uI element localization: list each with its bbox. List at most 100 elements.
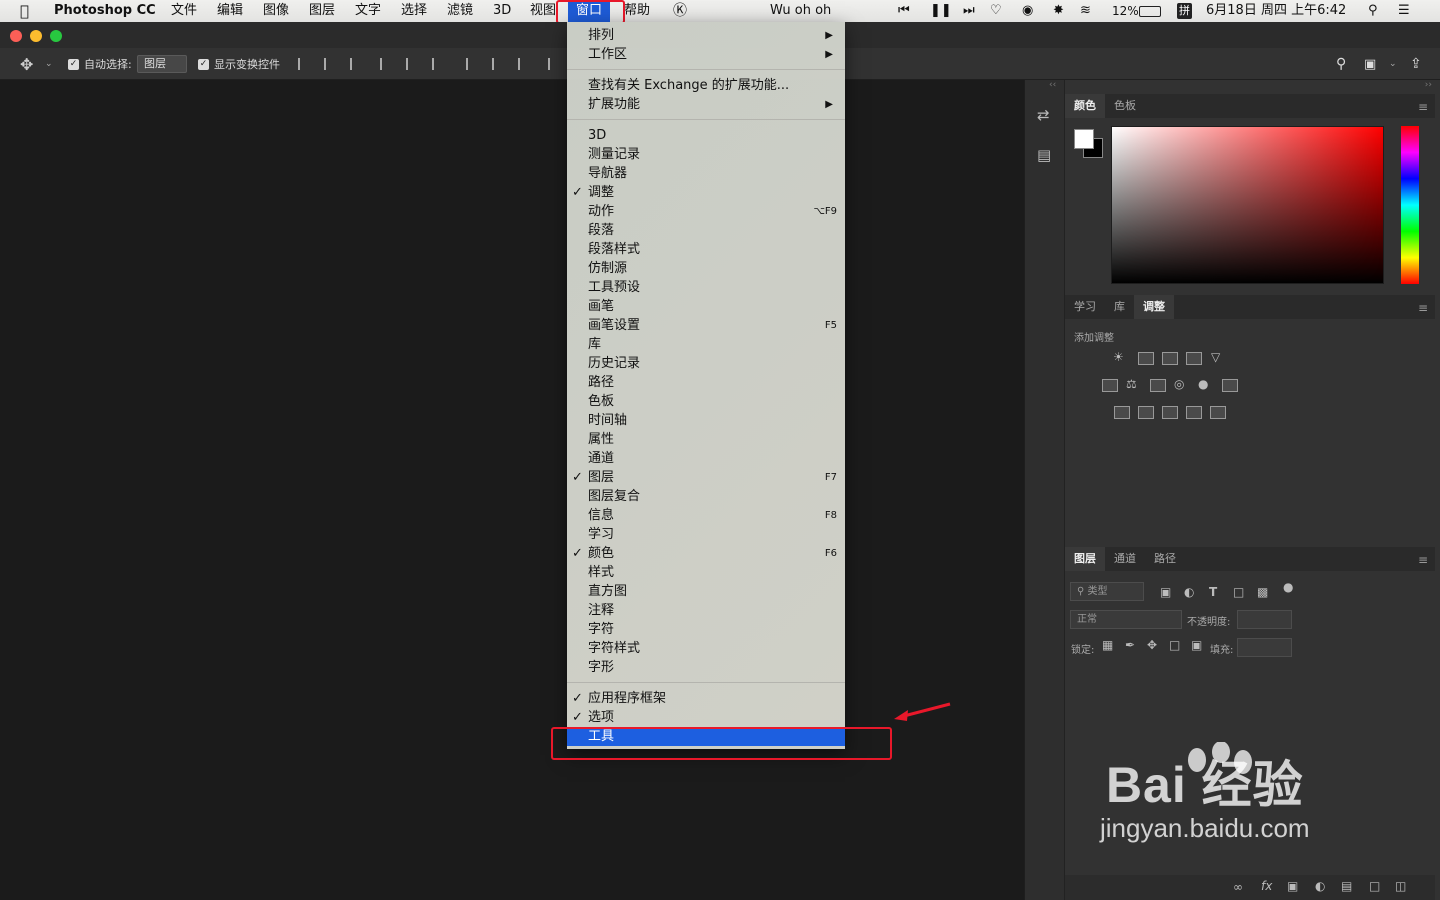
menu-item[interactable]: 历史记录 <box>567 354 845 373</box>
distribute-top-icon[interactable] <box>466 48 480 80</box>
wifi-icon[interactable]: ≋ <box>1080 0 1091 22</box>
tab-libraries[interactable]: 库 <box>1105 295 1134 319</box>
layer-mask-icon[interactable]: ▣ <box>1287 879 1298 893</box>
new-layer-icon[interactable]: □ <box>1369 879 1380 893</box>
battery-icon[interactable] <box>1139 6 1161 17</box>
color-panel-menu-icon[interactable]: ≡ <box>1418 100 1428 114</box>
align-hcenter-icon[interactable] <box>406 48 420 80</box>
menu-item[interactable]: 3D <box>567 126 845 145</box>
channel-mixer-icon[interactable]: ● <box>1198 377 1208 391</box>
now-playing-title[interactable]: Wu oh oh <box>770 0 831 22</box>
auto-select-checkbox[interactable]: ✓ 自动选择: <box>68 48 132 80</box>
align-bottom-icon[interactable] <box>350 48 364 80</box>
menu-help[interactable]: 帮助 <box>624 0 650 22</box>
menu-3d[interactable]: 3D <box>493 0 511 22</box>
brightness-contrast-icon[interactable]: ☀ <box>1113 350 1124 364</box>
menu-item[interactable]: 路径 <box>567 373 845 392</box>
layer-style-icon[interactable]: fx <box>1261 879 1272 893</box>
menu-file[interactable]: 文件 <box>171 0 197 22</box>
qq-icon[interactable]: ◉ <box>1022 0 1033 22</box>
lock-all-icon[interactable]: ▣ <box>1191 638 1202 652</box>
menu-item[interactable]: 色板 <box>567 392 845 411</box>
align-right-icon[interactable] <box>432 48 446 80</box>
menu-item[interactable]: ✓ 调整 <box>567 183 845 202</box>
spotlight-search-icon[interactable]: ⚲ <box>1368 0 1378 22</box>
tab-adjustments[interactable]: 调整 <box>1134 295 1174 319</box>
levels-icon[interactable] <box>1138 352 1154 365</box>
invert-icon[interactable] <box>1114 406 1130 419</box>
posterize-icon[interactable] <box>1138 406 1154 419</box>
selective-color-icon[interactable] <box>1186 406 1202 419</box>
expand-icon[interactable]: ›› <box>1425 80 1432 90</box>
menu-select[interactable]: 选择 <box>401 0 427 22</box>
filter-shape-icon[interactable]: □ <box>1233 585 1244 599</box>
filter-toggle-icon[interactable]: ● <box>1283 580 1293 594</box>
tool-preset-chevron-icon[interactable]: ⌄ <box>45 48 53 80</box>
foreground-color-swatch[interactable] <box>1074 129 1094 149</box>
opacity-field[interactable] <box>1237 610 1292 629</box>
menu-item[interactable]: 注释 <box>567 601 845 620</box>
menu-item[interactable]: 画笔 <box>567 297 845 316</box>
align-vcenter-icon[interactable] <box>324 48 338 80</box>
move-tool-icon[interactable]: ✥ <box>20 48 33 80</box>
menu-item[interactable]: 图层复合 <box>567 487 845 506</box>
distribute-bottom-icon[interactable] <box>518 48 532 80</box>
menu-item[interactable]: 时间轴 <box>567 411 845 430</box>
lock-artboard-icon[interactable]: □ <box>1169 638 1180 652</box>
link-layers-icon[interactable]: ∞ <box>1233 880 1243 894</box>
new-group-icon[interactable]: ▤ <box>1341 879 1352 893</box>
settings-icon[interactable]: ✸ <box>1053 0 1064 22</box>
exposure-icon[interactable] <box>1186 352 1202 365</box>
filter-pixel-icon[interactable]: ▣ <box>1160 585 1171 599</box>
black-white-icon[interactable] <box>1150 379 1166 392</box>
color-lookup-icon[interactable] <box>1222 379 1238 392</box>
menu-item[interactable]: 排列 ▶ <box>567 26 845 45</box>
show-transform-checkbox[interactable]: ✓ 显示变换控件 <box>198 48 280 80</box>
menu-type[interactable]: 文字 <box>355 0 381 22</box>
hue-slider[interactable] <box>1401 126 1419 284</box>
menu-filter[interactable]: 滤镜 <box>447 0 473 22</box>
color-balance-icon[interactable]: ⚖ <box>1126 377 1137 391</box>
threshold-icon[interactable] <box>1162 406 1178 419</box>
close-window-button[interactable] <box>10 30 22 42</box>
pause-icon[interactable]: ❚❚ <box>930 0 952 22</box>
filter-adjustment-icon[interactable]: ◐ <box>1184 585 1194 599</box>
minimize-window-button[interactable] <box>30 30 42 42</box>
zoom-window-button[interactable] <box>50 30 62 42</box>
menu-item[interactable]: 学习 <box>567 525 845 544</box>
menu-item[interactable]: 画笔设置 F5 <box>567 316 845 335</box>
vibrance-icon[interactable]: ▽ <box>1211 350 1220 364</box>
menu-item[interactable]: 信息 F8 <box>567 506 845 525</box>
align-top-icon[interactable] <box>298 48 312 80</box>
menu-item[interactable]: 工作区 ▶ <box>567 45 845 64</box>
menu-item[interactable]: 扩展功能 ▶ <box>567 95 845 114</box>
menu-item[interactable]: 段落样式 <box>567 240 845 259</box>
blend-mode-dropdown[interactable]: 正常 <box>1070 610 1182 629</box>
menu-item[interactable]: 库 <box>567 335 845 354</box>
new-adjustment-layer-icon[interactable]: ◐ <box>1315 879 1325 893</box>
document-canvas-area[interactable] <box>0 80 1024 900</box>
properties-panel-icon[interactable]: ▤ <box>1037 146 1051 164</box>
menu-item[interactable]: 段落 <box>567 221 845 240</box>
heart-icon[interactable]: ♡ <box>990 0 1002 22</box>
layer-filter-dropdown[interactable]: ⚲ 类型 <box>1070 582 1144 601</box>
color-picker-field[interactable] <box>1111 126 1384 284</box>
menu-view[interactable]: 视图 <box>530 0 556 22</box>
gradient-map-icon[interactable] <box>1210 406 1226 419</box>
collapse-icon[interactable]: ‹‹ <box>1049 80 1056 90</box>
menu-app-name[interactable]: Photoshop CC <box>54 0 156 22</box>
input-method-indicator[interactable]: 拼 <box>1177 3 1192 19</box>
menu-item[interactable]: 导航器 <box>567 164 845 183</box>
workspace-chevron-icon[interactable]: ⌄ <box>1389 48 1397 80</box>
menu-edit[interactable]: 编辑 <box>217 0 243 22</box>
tab-swatches[interactable]: 色板 <box>1105 94 1145 118</box>
menu-item[interactable]: ✓ 应用程序框架 <box>567 689 845 708</box>
workspace-icon[interactable]: ▣ <box>1364 48 1376 80</box>
tab-learn[interactable]: 学习 <box>1065 295 1105 319</box>
share-icon[interactable]: ⇪ <box>1410 48 1422 80</box>
menubar-clock[interactable]: 6月18日 周四 上午6:42 <box>1206 0 1346 22</box>
search-icon[interactable]: ⚲ <box>1336 48 1346 80</box>
next-track-icon[interactable]: ⏭ <box>963 0 975 22</box>
menu-item[interactable]: ✓ 选项 <box>567 708 845 727</box>
history-panel-icon[interactable]: ⇄ <box>1037 106 1050 124</box>
